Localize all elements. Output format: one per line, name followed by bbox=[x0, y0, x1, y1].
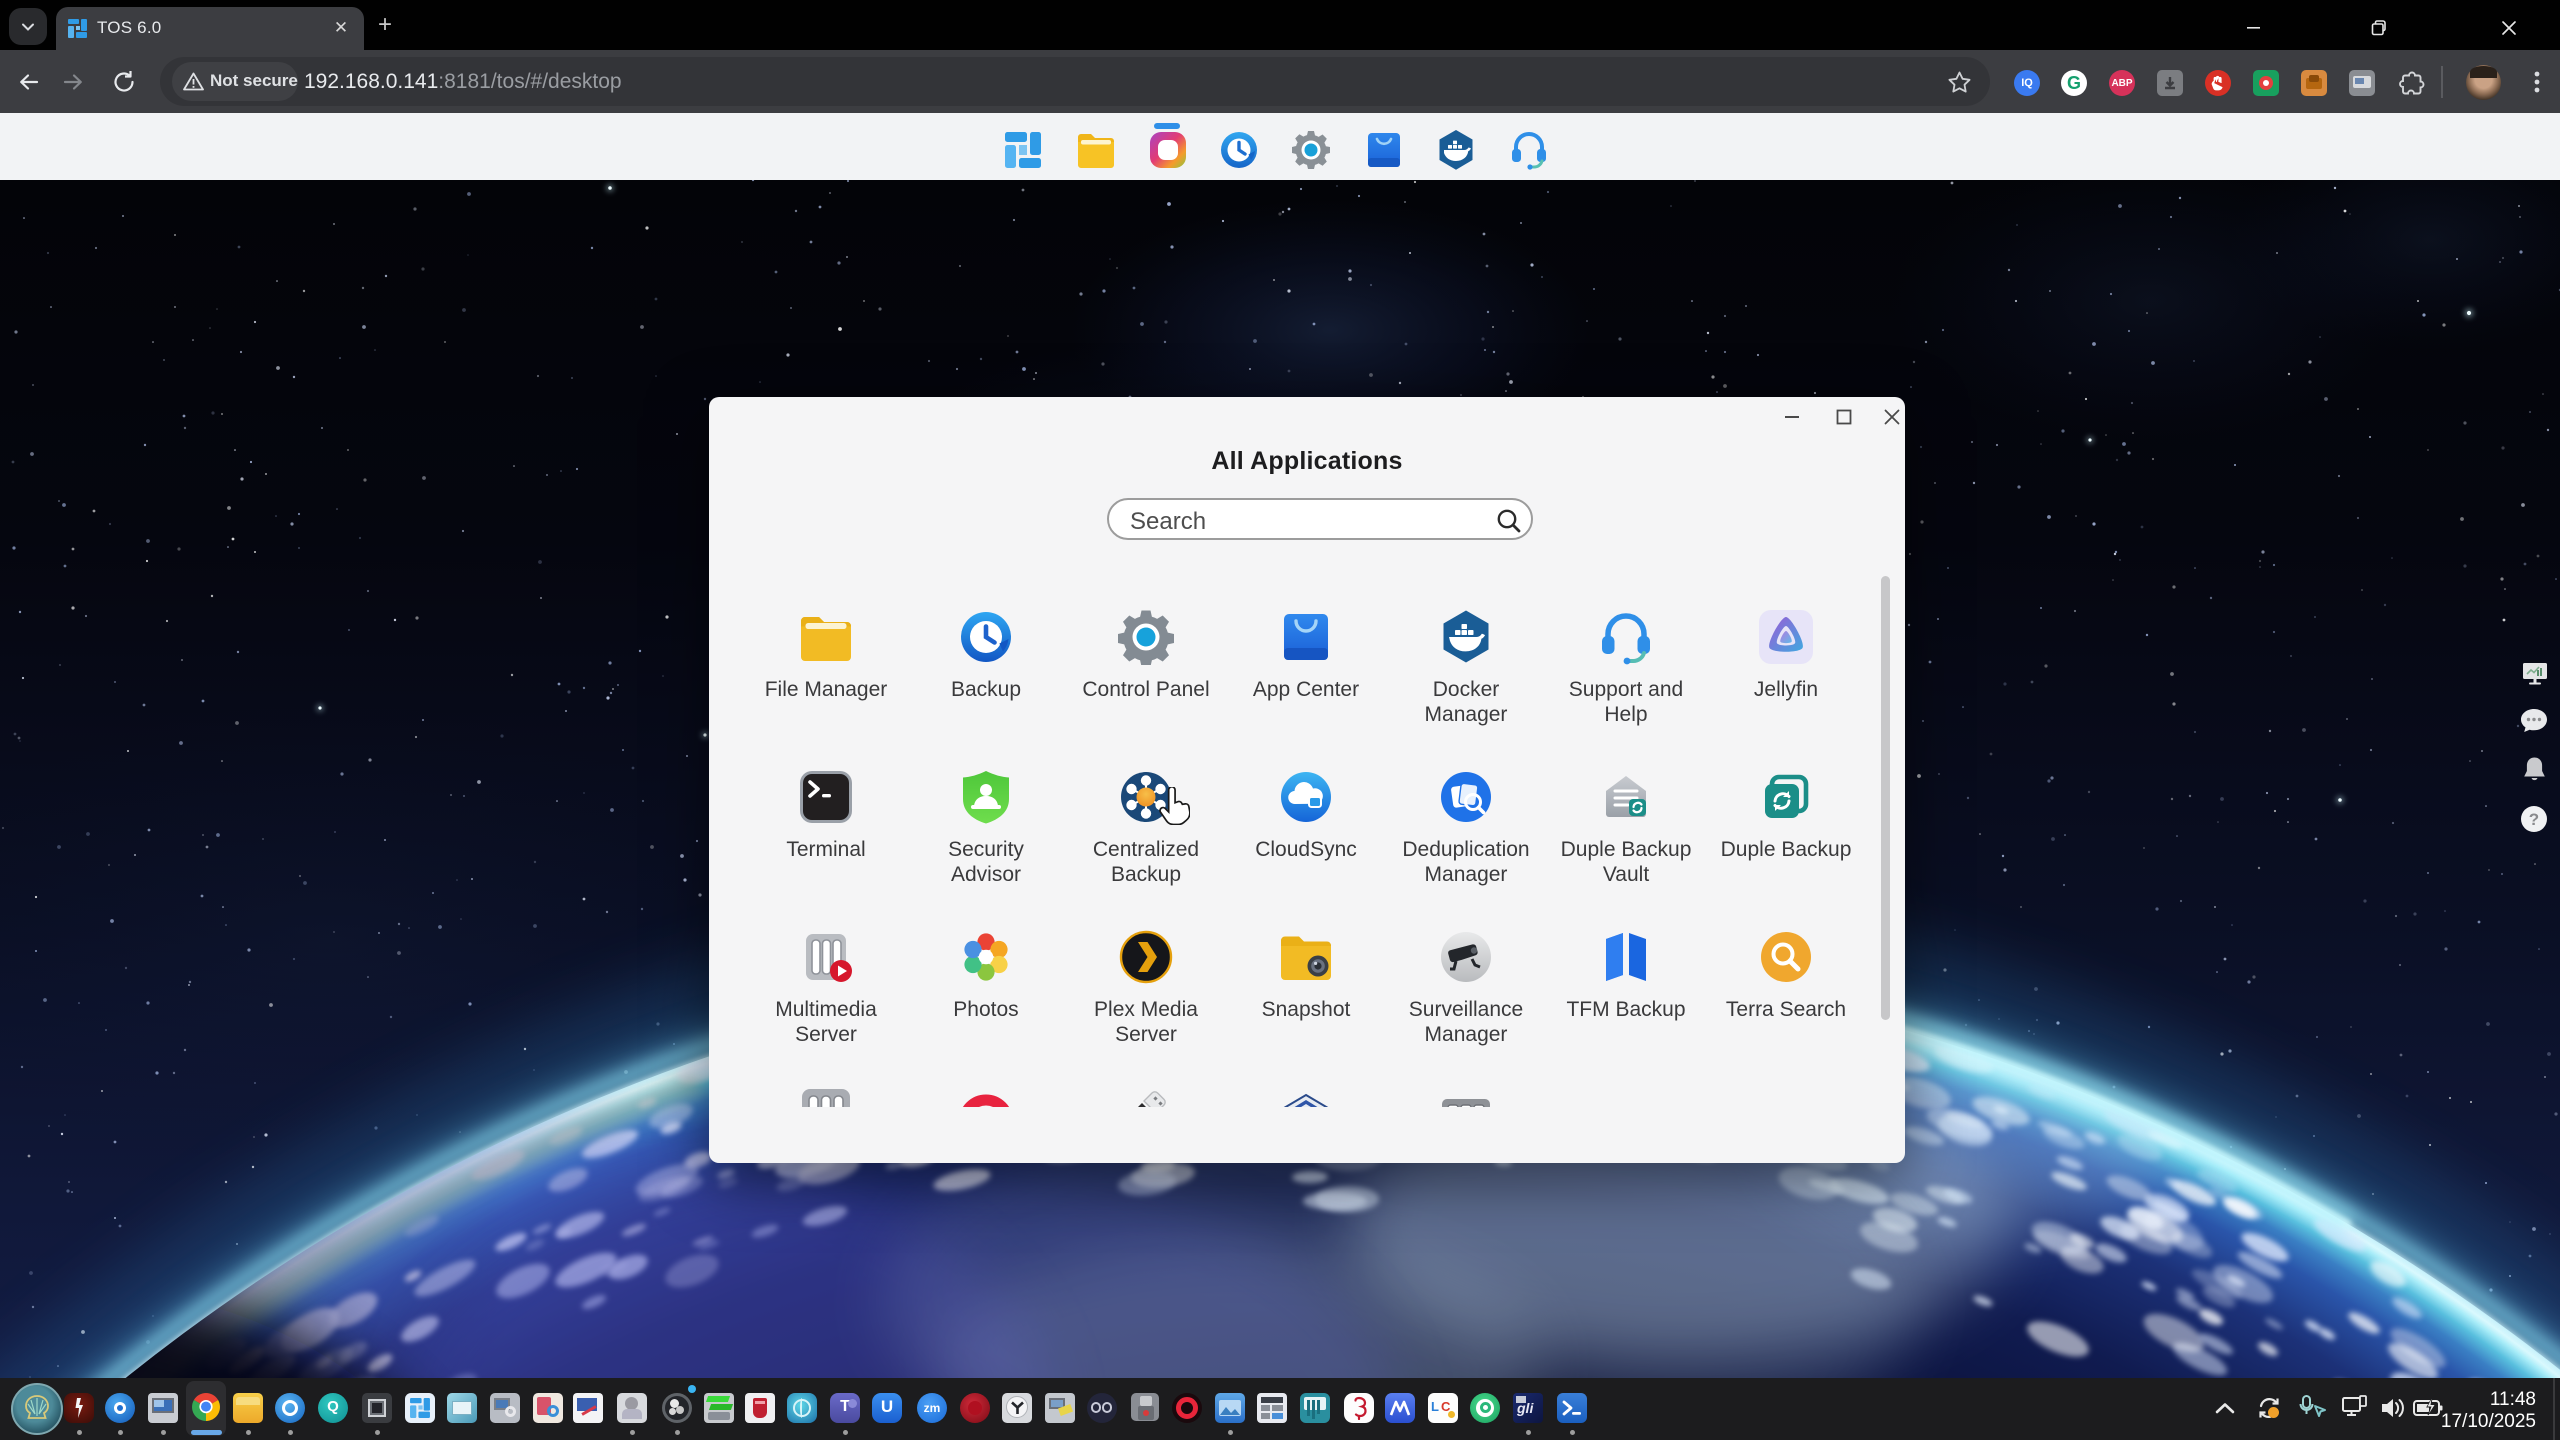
svg-text:?: ? bbox=[2529, 810, 2539, 829]
